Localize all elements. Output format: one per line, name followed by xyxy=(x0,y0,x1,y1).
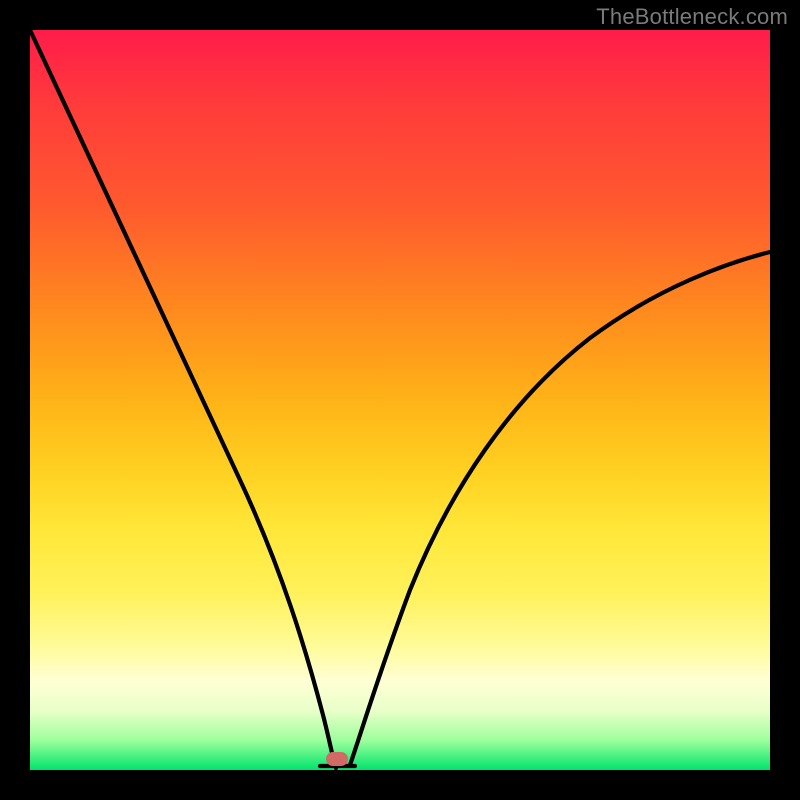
watermark-text: TheBottleneck.com xyxy=(596,4,788,30)
curve-layer xyxy=(30,30,770,770)
right-curve xyxy=(350,252,770,765)
optimum-marker xyxy=(326,752,348,766)
chart-frame: TheBottleneck.com xyxy=(0,0,800,800)
left-curve xyxy=(30,30,336,768)
plot-area xyxy=(30,30,770,770)
